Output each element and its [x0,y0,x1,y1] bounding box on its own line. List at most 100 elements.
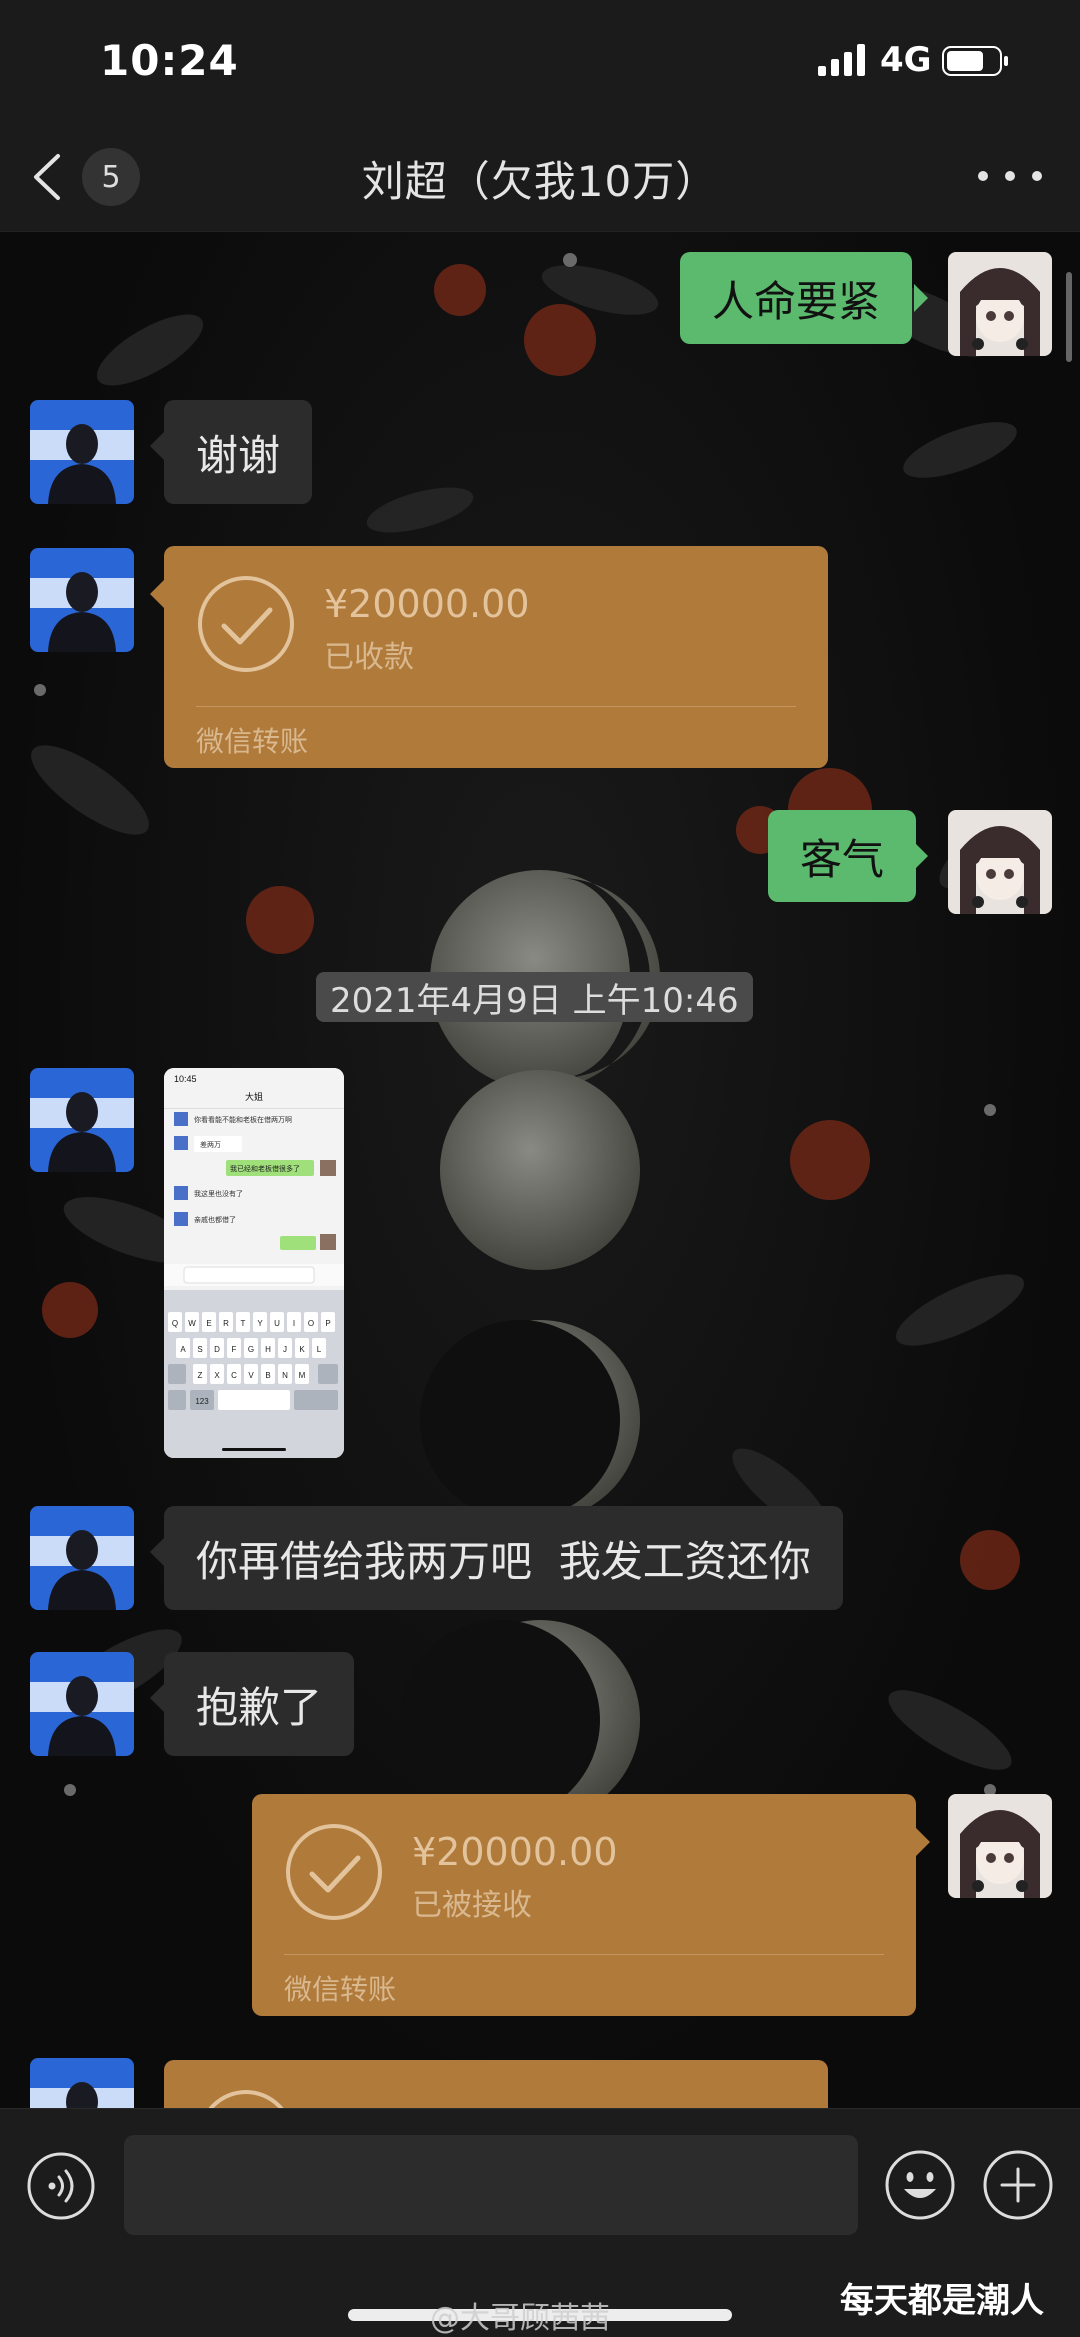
message-input[interactable] [124,2135,858,2235]
check-circle-icon [286,1824,382,1920]
keyboard-key: F [232,1345,237,1354]
message-text: 你再借给我两万吧 我发工资还你 [196,1536,811,1586]
keyboard-key: C [231,1371,237,1380]
transfer-card-partial[interactable] [164,2060,828,2108]
keyboard-key: O [308,1319,314,1328]
keyboard-key: E [206,1319,211,1328]
keyboard-key: D [214,1345,220,1354]
contact-photo-icon [30,400,134,504]
signal-icon [818,44,865,76]
dot-icon [978,171,988,181]
keyboard-key: V [248,1371,254,1380]
avatar-self[interactable] [948,1794,1052,1898]
message-text: 客气 [800,834,885,884]
message-bubble-outgoing[interactable]: 客气 [768,810,917,902]
keyboard-key: S [197,1345,202,1354]
contact-photo-icon [30,1506,134,1610]
keyboard-key: B [265,1371,270,1380]
transfer-source: 微信转账 [196,725,309,758]
keyboard-key: R [223,1319,229,1328]
contact-photo-icon [30,1068,134,1172]
transfer-status: 已收款 [324,640,414,675]
message-bubble-outgoing[interactable]: 人命要紧 [680,252,913,344]
thumb-key-123: 123 [195,1397,209,1406]
check-circle-icon [198,576,294,672]
scrollbar[interactable] [1066,272,1072,362]
avatar-contact[interactable] [30,548,134,652]
thumb-time: 10:45 [174,1074,197,1084]
bubble-tail [916,1828,930,1856]
chat-screen: 10:24 4G 5 刘超（欠我10万） 人命要紧 谢谢 ¥20000.00 已… [0,0,1080,2337]
thumb-line: 差两万 [200,1140,221,1149]
nav-bar: 5 刘超（欠我10万） [0,120,1080,232]
keyboard-key: H [265,1345,271,1354]
message-bubble-incoming[interactable]: 你再借给我两万吧 我发工资还你 [164,1506,843,1610]
avatar-contact[interactable] [30,1652,134,1756]
keyboard-key: I [293,1319,295,1328]
status-time: 10:24 [100,36,239,85]
transfer-card[interactable]: ¥20000.00 已被接收 微信转账 [252,1794,916,2016]
transfer-card[interactable]: ¥20000.00 已收款 微信转账 [164,546,828,768]
bubble-tail [150,580,164,608]
keyboard-key: Y [257,1319,263,1328]
chat-screenshot-thumbnail: 10:45 大姐 你看看能不能和老板在借两万啊 差两万 我已经和老板借很多了 我… [164,1068,344,1458]
bubble-tail [150,1684,164,1712]
more-options-button[interactable] [978,156,1042,196]
contact-photo-icon [30,548,134,652]
avatar-self[interactable] [948,810,1052,914]
bubble-tail [150,432,164,460]
keyboard-key: N [282,1371,288,1380]
network-type: 4G [880,40,932,80]
dot-icon [1005,171,1015,181]
thumb-line: 亲戚也都借了 [194,1215,236,1224]
chat-title: 刘超（欠我10万） [361,157,719,206]
keyboard-key: W [188,1319,196,1328]
battery-icon [942,46,1008,76]
message-bubble-incoming[interactable]: 抱歉了 [164,1652,355,1756]
dot-icon [1032,171,1042,181]
anime-girl-avatar-icon [948,810,1052,914]
message-bubble-incoming[interactable]: 谢谢 [164,400,313,504]
keyboard-key: A [180,1345,186,1354]
message-timestamp: 2021年4月9日 上午10:46 [316,972,753,1022]
keyboard-key: G [248,1345,254,1354]
keyboard-key: K [299,1345,305,1354]
avatar-contact[interactable] [30,1068,134,1172]
contact-photo-icon [30,2058,134,2108]
avatar-contact[interactable] [30,400,134,504]
input-bar: 每天都是潮人 @大哥顾茜茜 [0,2108,1080,2337]
contact-photo-icon [30,1652,134,1756]
message-text: 抱歉了 [196,1682,323,1732]
weibo-watermark: @大哥顾茜茜 [430,2301,610,2336]
check-circle-icon [208,2090,284,2108]
voice-input-button[interactable] [26,2151,96,2221]
thumb-line: 我已经和老板借很多了 [230,1164,300,1173]
thumb-line: 我这里也没有了 [194,1189,243,1198]
status-bar: 10:24 4G [0,0,1080,120]
avatar-contact[interactable] [30,1506,134,1610]
transfer-status: 已被接收 [412,1888,532,1923]
keyboard-key: Q [172,1319,178,1328]
keyboard-key: L [317,1345,322,1354]
plus-button[interactable] [982,2149,1054,2221]
message-text: 人命要紧 [712,276,881,326]
divider [284,1954,884,1955]
anime-girl-avatar-icon [948,252,1052,356]
keyboard-key: J [283,1345,287,1354]
watermark-text: 每天都是潮人 [840,2281,1044,2321]
keyboard-key: U [274,1319,280,1328]
keyboard-key: M [299,1371,306,1380]
divider [196,706,796,707]
anime-girl-avatar-icon [948,1794,1052,1898]
bubble-tail [914,284,928,312]
avatar-contact[interactable] [30,2058,134,2108]
avatar-self[interactable] [948,252,1052,356]
keyboard-key: X [214,1371,220,1380]
bubble-tail [150,1538,164,1566]
screenshot-image-message[interactable]: 10:45 大姐 你看看能不能和老板在借两万啊 差两万 我已经和老板借很多了 我… [164,1068,344,1458]
emoji-button[interactable] [884,2149,956,2221]
message-text: 谢谢 [196,430,281,480]
message-list[interactable]: 人命要紧 谢谢 ¥20000.00 已收款 微信转账 客气 2021年4月9日 … [0,232,1080,2108]
transfer-amount: ¥20000.00 [412,1830,618,1874]
transfer-amount: ¥20000.00 [324,582,530,626]
